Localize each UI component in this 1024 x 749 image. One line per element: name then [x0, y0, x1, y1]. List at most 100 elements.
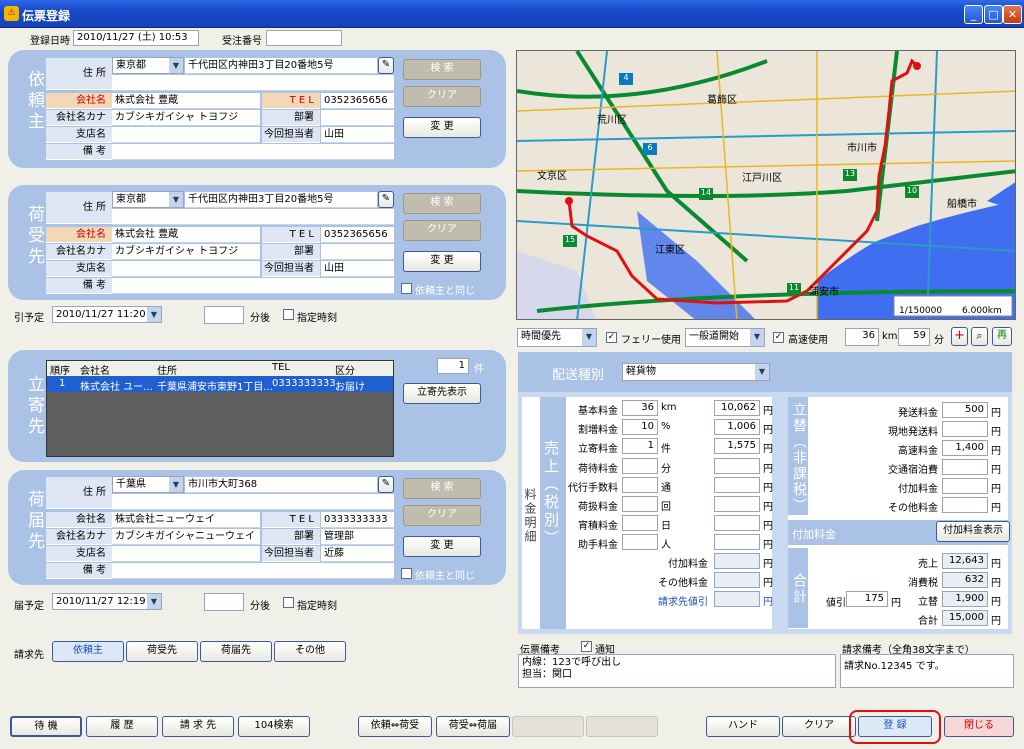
client-kana-field[interactable]: カブシキガイシャ トヨフジ — [112, 110, 260, 126]
stopover-count-field[interactable]: 1 — [437, 358, 469, 374]
delivery-branch-field[interactable] — [112, 546, 260, 562]
receiver-company-field[interactable]: 株式会社 豊蔵 — [112, 227, 260, 243]
arrival-after-field[interactable] — [204, 593, 244, 611]
sales-qty-field[interactable]: 1 — [622, 438, 658, 455]
receiver-note-field[interactable] — [112, 278, 394, 294]
receiver-search-button[interactable]: 検 索 — [403, 193, 481, 214]
billing-dest-button[interactable]: 請 求 先 — [162, 716, 234, 737]
client-pref-select[interactable]: 東京都 ▼ — [112, 57, 184, 74]
delivery-kana-field[interactable]: カブシキガイシャニューウェイ — [112, 529, 260, 545]
addon-show-button[interactable]: 付加料金表示 — [936, 521, 1010, 542]
client-address-lookup-button[interactable]: ✎ — [378, 57, 394, 74]
route-time-field[interactable]: 59 — [898, 328, 930, 346]
sales-amount-field[interactable] — [714, 457, 760, 474]
sales-qty-field[interactable] — [622, 534, 658, 551]
delivery-address-lookup-button[interactable]: ✎ — [378, 476, 394, 493]
directory-search-button[interactable]: 104検索 — [238, 716, 310, 737]
hand-button[interactable]: ハンド — [706, 716, 780, 737]
delivery-pref-select[interactable]: 千葉県 ▼ — [112, 476, 184, 493]
client-address-field[interactable]: 千代田区内神田3丁目20番地5号 — [185, 58, 377, 74]
extra-amount-field[interactable] — [714, 591, 760, 607]
billing-receiver-button[interactable]: 荷受先 — [126, 641, 198, 662]
billing-client-button[interactable]: 依頼主 — [52, 641, 124, 662]
register-button[interactable]: 登 録 — [858, 716, 932, 737]
arrival-fixed-checkbox[interactable] — [283, 597, 294, 608]
extra-amount-field[interactable] — [714, 553, 760, 569]
delivery-dept-field[interactable]: 管理部 — [321, 529, 394, 545]
receiver-same-checkbox[interactable] — [401, 283, 412, 294]
receiver-change-button[interactable]: 変 更 — [403, 251, 481, 272]
receiver-address-lookup-button[interactable]: ✎ — [378, 191, 394, 208]
sales-qty-field[interactable] — [622, 515, 658, 532]
receiver-staff-field[interactable]: 山田 — [321, 261, 394, 277]
receiver-tel-field[interactable]: 0352365656 — [321, 227, 394, 243]
sales-qty-field[interactable]: 10 — [622, 419, 658, 436]
delivery-address-field[interactable]: 市川市大町368 — [185, 477, 377, 493]
delivery-same-checkbox[interactable] — [401, 568, 412, 579]
receiver-pref-select[interactable]: 東京都 ▼ — [112, 191, 184, 208]
advance-amount-field[interactable] — [942, 421, 988, 437]
sales-qty-field[interactable] — [622, 496, 658, 512]
receiver-clear-button[interactable]: クリア — [403, 220, 481, 241]
road-start-select[interactable]: 一般道開始 ▼ — [685, 328, 765, 347]
advance-amount-field[interactable] — [942, 459, 988, 475]
client-staff-field[interactable]: 山田 — [321, 127, 394, 143]
notify-checkbox[interactable]: ✓ — [581, 641, 592, 652]
delivery-staff-field[interactable]: 近藤 — [321, 546, 394, 562]
standby-button[interactable]: 待 機 — [10, 716, 82, 737]
route-priority-select[interactable]: 時間優先 ▼ — [517, 328, 597, 347]
advance-amount-field[interactable] — [942, 497, 988, 513]
stopover-show-button[interactable]: 立寄先表示 — [403, 383, 481, 404]
sales-amount-field[interactable]: 1,006 — [714, 419, 760, 436]
sales-amount-field[interactable] — [714, 476, 760, 493]
client-company-field[interactable]: 株式会社 豊蔵 — [112, 93, 260, 109]
search-icon[interactable]: ⌕ — [971, 327, 988, 346]
reroute-button[interactable]: 再 — [992, 327, 1012, 346]
delivery-search-button[interactable]: 検 索 — [403, 478, 481, 499]
client-tel-field[interactable]: 0352365656 — [321, 93, 394, 109]
client-change-button[interactable]: 変 更 — [403, 117, 481, 138]
sales-amount-field[interactable]: 10,062 — [714, 400, 760, 416]
sales-qty-field[interactable] — [622, 457, 658, 474]
sales-amount-field[interactable] — [714, 496, 760, 512]
advance-amount-field[interactable]: 1,400 — [942, 440, 988, 456]
client-address2-field[interactable] — [112, 75, 394, 91]
advance-amount-field[interactable] — [942, 478, 988, 494]
sales-amount-field[interactable] — [714, 534, 760, 551]
sales-amount-field[interactable]: 1,575 — [714, 438, 760, 455]
sales-amount-field[interactable] — [714, 515, 760, 532]
client-search-button[interactable]: 検 索 — [403, 59, 481, 80]
receiver-address-field[interactable]: 千代田区内神田3丁目20番地5号 — [185, 192, 377, 208]
history-button[interactable]: 履 歴 — [86, 716, 158, 737]
client-note-field[interactable] — [112, 144, 394, 160]
swap-receiver-delivery-button[interactable]: 荷受⇔荷届 — [436, 716, 510, 737]
extra-amount-field[interactable] — [714, 572, 760, 588]
delivery-change-button[interactable]: 変 更 — [403, 536, 481, 557]
receiver-kana-field[interactable]: カブシキガイシャ トヨフジ — [112, 244, 260, 260]
close-window-button[interactable]: 閉じる — [944, 716, 1014, 737]
clear-all-button[interactable]: クリア — [782, 716, 856, 737]
billing-delivery-button[interactable]: 荷届先 — [200, 641, 272, 662]
client-branch-field[interactable] — [112, 127, 260, 143]
close-button[interactable]: ✕ — [1003, 5, 1022, 24]
reg-date-field[interactable]: 2010/11/27 (土) 10:53 — [73, 30, 199, 46]
delivery-clear-button[interactable]: クリア — [403, 505, 481, 526]
delivery-tel-field[interactable]: 0333333333 — [321, 512, 394, 528]
add-waypoint-button[interactable]: + — [951, 327, 968, 346]
pickup-fixed-checkbox[interactable] — [283, 309, 294, 320]
table-row[interactable]: 1 株式会社 ユー... 千葉県浦安市東野1丁目... 0333333333 お… — [47, 376, 393, 393]
delivery-note-field[interactable] — [112, 563, 394, 579]
delivery-type-select[interactable]: 軽貨物 ▼ — [622, 363, 770, 381]
client-clear-button[interactable]: クリア — [403, 86, 481, 107]
bill-memo-field[interactable]: 請求No.12345 です。 — [840, 654, 1014, 688]
sales-qty-field[interactable]: 36 — [622, 400, 658, 416]
advance-amount-field[interactable]: 500 — [942, 402, 988, 418]
delivery-company-field[interactable]: 株式会社ニューウェイ — [112, 512, 260, 528]
arrival-datetime-select[interactable]: 2010/11/27 12:19 ▼ — [52, 593, 162, 610]
sales-qty-field[interactable] — [622, 476, 658, 493]
route-map[interactable]: 葛飾区 荒川区 市川市 文京区 江戸川区 船橋市 江東区 浦安市 4 6 14 … — [516, 50, 1016, 320]
maximize-button[interactable]: □ — [984, 5, 1003, 24]
pickup-datetime-select[interactable]: 2010/11/27 11:20 ▼ — [52, 306, 162, 323]
receiver-address2-field[interactable] — [112, 209, 394, 225]
delivery-address2-field[interactable] — [112, 494, 394, 510]
